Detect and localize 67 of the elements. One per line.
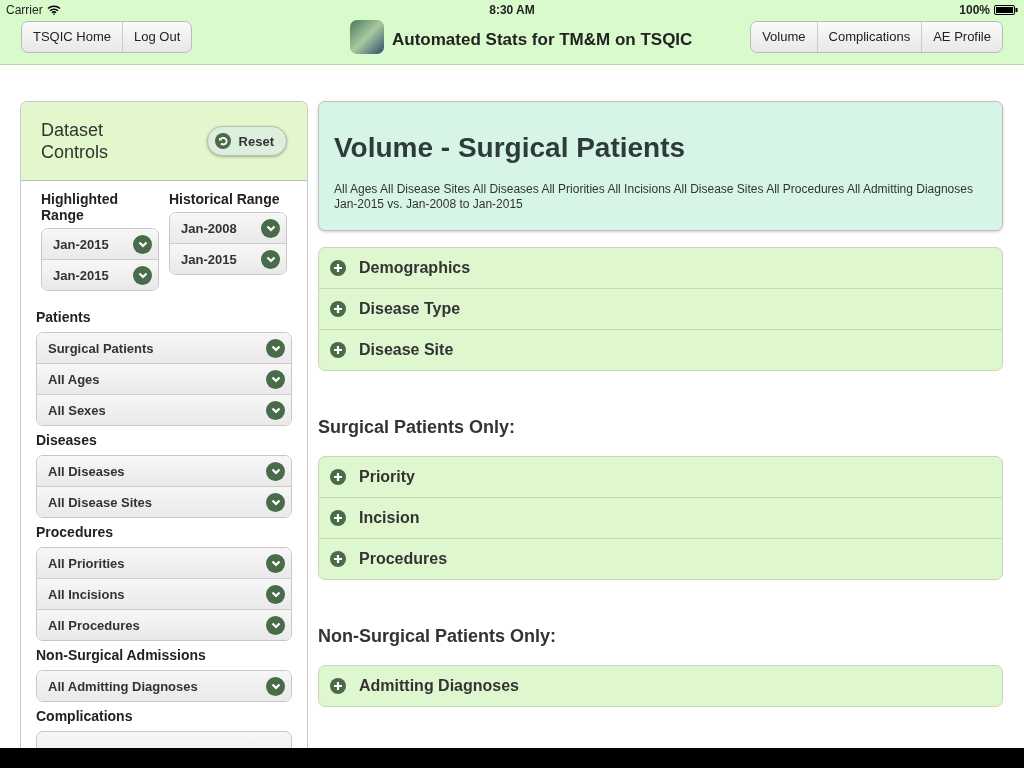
chevron-down-icon — [261, 249, 280, 269]
plus-icon — [330, 551, 346, 567]
chevron-down-icon — [266, 584, 285, 604]
date-range-summary: Jan-2015 vs. Jan-2008 to Jan-2015 — [334, 197, 524, 212]
group-label: Non-Surgical Admissions — [36, 647, 207, 663]
plus-icon — [330, 510, 346, 526]
battery-icon — [994, 5, 1018, 15]
dropdown-select[interactable]: All Disease Sites — [37, 486, 291, 517]
accordion-item[interactable]: Demographics — [319, 248, 1002, 288]
wifi-icon — [46, 5, 61, 15]
range-label: Historical Range — [169, 191, 281, 207]
accordion-item[interactable]: Disease Type — [319, 288, 1002, 329]
dropdown-select[interactable]: All Sexes — [37, 394, 291, 425]
dropdown-select[interactable]: Jan-2008 — [170, 213, 286, 243]
nav-tab[interactable]: AE Profile — [921, 21, 1002, 52]
panel-title: Dataset Controls — [41, 119, 110, 163]
nav-button[interactable]: TSQIC Home — [22, 21, 122, 52]
chevron-down-icon — [266, 492, 285, 512]
range-label: Highlighted Range — [41, 191, 119, 223]
dropdown-select[interactable]: All Diseases — [37, 456, 291, 486]
accordion-item[interactable]: Disease Site — [319, 329, 1002, 370]
dropdown-select[interactable]: All Admitting Diagnoses — [37, 671, 291, 701]
dropdown-select[interactable]: Jan-2015 — [42, 259, 158, 290]
dropdown-select[interactable]: Surgical Patients — [37, 333, 291, 363]
app-logo-icon — [350, 19, 385, 54]
group-label: Procedures — [36, 524, 115, 540]
chevron-down-icon — [266, 676, 285, 696]
nav-tab[interactable]: Volume — [751, 21, 817, 52]
chevron-down-icon — [133, 234, 152, 254]
undo-icon — [214, 133, 231, 149]
nav-tab[interactable]: Complications — [816, 21, 922, 52]
chevron-down-icon — [266, 400, 285, 420]
group-label: Complications — [36, 708, 134, 724]
dropdown-select[interactable]: All Ages — [37, 363, 291, 394]
accordion-item[interactable]: Procedures — [319, 538, 1002, 579]
dropdown-select[interactable]: All Priorities — [37, 548, 291, 578]
dropdown-select[interactable]: All Incisions — [37, 578, 291, 609]
chevron-down-icon — [133, 265, 152, 285]
plus-icon — [330, 260, 346, 276]
plus-icon — [330, 469, 346, 485]
accordion-item[interactable]: Incision — [319, 497, 1002, 538]
group-label: Diseases — [36, 432, 98, 448]
chevron-down-icon — [261, 218, 280, 238]
dropdown-select[interactable]: Jan-2015 — [42, 229, 158, 259]
group-label: Patients — [36, 309, 92, 325]
chevron-down-icon — [266, 553, 285, 573]
section-heading: Non-Surgical Patients Only: — [318, 626, 558, 647]
accordion-item[interactable]: Admitting Diagnoses — [319, 666, 1002, 706]
section-heading: Surgical Patients Only: — [318, 417, 517, 438]
clock-time: 8:30 AM — [489, 3, 535, 17]
filter-summary: All Ages All Disease Sites All Diseases All Priorities All Incisions All Disease Sites All Procedures All Admitting Diagnoses — [334, 182, 974, 197]
report-title: Volume - Surgical Patients — [334, 132, 687, 164]
chevron-down-icon — [266, 369, 285, 389]
nav-button[interactable]: Log Out — [122, 21, 192, 52]
chevron-down-icon — [266, 615, 285, 635]
chevron-down-icon — [266, 461, 285, 481]
dropdown-select[interactable]: All Procedures — [37, 609, 291, 640]
plus-icon — [330, 678, 346, 694]
carrier-label: Carrier — [6, 3, 43, 17]
dropdown-select[interactable]: Jan-2015 — [170, 243, 286, 274]
reset-button[interactable]: Reset — [206, 126, 287, 156]
accordion-item[interactable]: Priority — [319, 457, 1002, 497]
app-title: Automated Stats for TM&M on TSQIC — [392, 29, 693, 50]
plus-icon — [330, 342, 346, 358]
plus-icon — [330, 301, 346, 317]
chevron-down-icon — [266, 338, 285, 358]
battery-percent: 100% — [959, 3, 990, 17]
